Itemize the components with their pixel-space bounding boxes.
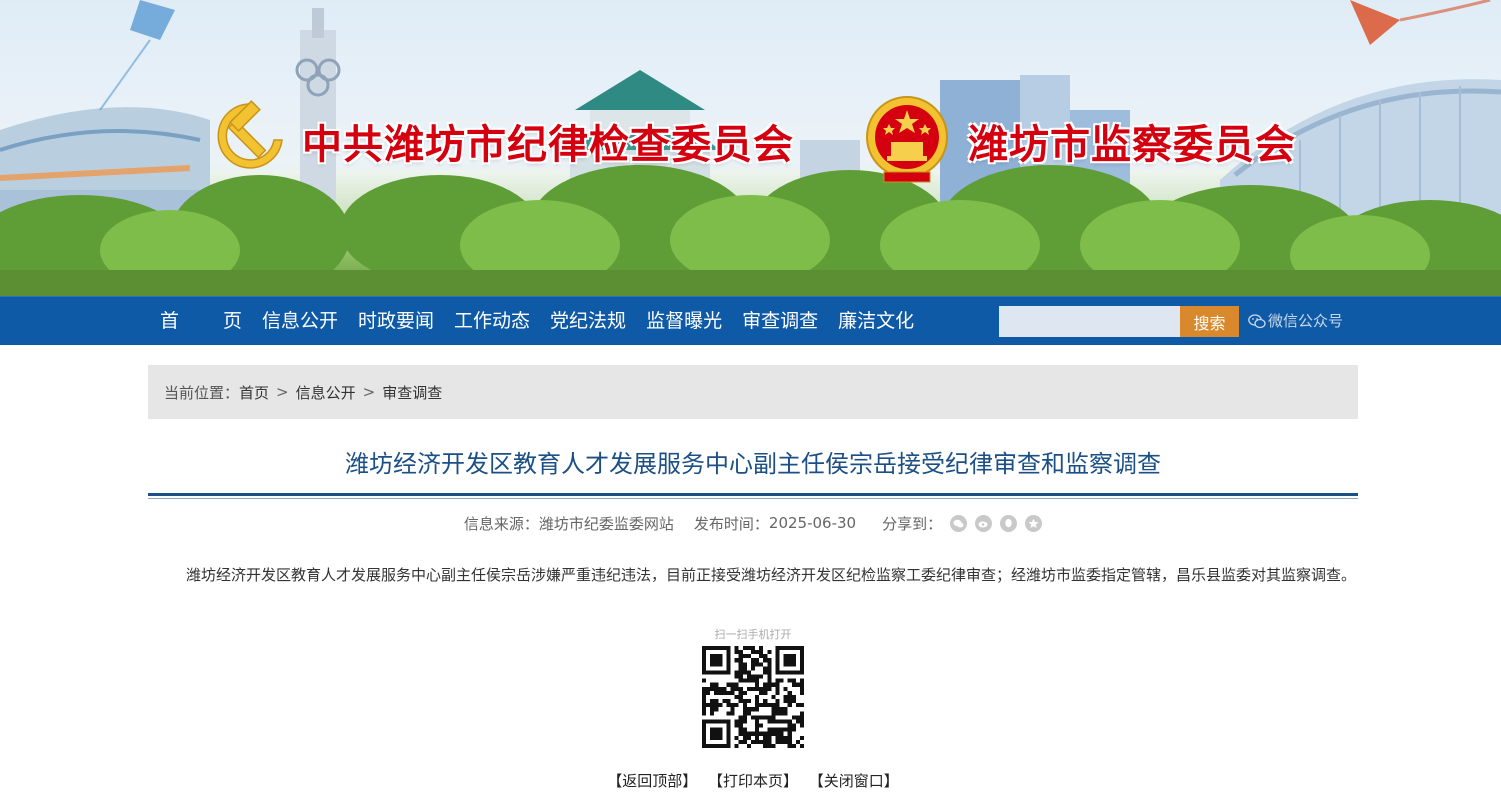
nav-list: 首 页 信息公开 时政要闻 工作动态 党纪法规 监督曝光 审查调查 廉洁文化 — [148, 297, 928, 346]
nav-item-integrity-culture[interactable]: 廉洁文化 — [832, 297, 920, 346]
wechat-label: 微信公众号 — [1268, 312, 1344, 330]
qr-code — [702, 646, 804, 748]
breadcrumb-home-link[interactable]: 首页 — [239, 382, 269, 403]
nav-item-party-regulations[interactable]: 党纪法规 — [544, 297, 632, 346]
source-label: 信息来源： — [463, 514, 539, 533]
breadcrumb-review-investigation-link[interactable]: 审查调查 — [382, 382, 442, 403]
breadcrumb: 当前位置： 首页 > 信息公开 > 审查调查 — [148, 365, 1358, 419]
back-to-top-link[interactable]: 【返回顶部】 — [607, 772, 697, 790]
wechat-official-account-link[interactable]: 微信公众号 — [1248, 297, 1343, 346]
nav-item-home[interactable]: 首 页 — [148, 297, 248, 346]
nav-item-current-affairs[interactable]: 时政要闻 — [352, 297, 440, 346]
article-body: 潍坊经济开发区教育人才发展服务中心副主任侯宗岳涉嫌严重违纪违法，目前正接受潍坊经… — [186, 566, 1357, 584]
breadcrumb-separator: > — [362, 383, 376, 401]
breadcrumb-prefix: 当前位置： — [164, 383, 240, 402]
nav-item-supervision-exposure[interactable]: 监督曝光 — [640, 297, 728, 346]
search-input[interactable] — [999, 306, 1180, 337]
breadcrumb-info-disclosure-link[interactable]: 信息公开 — [296, 382, 356, 403]
nav-item-work-news[interactable]: 工作动态 — [448, 297, 536, 346]
share-label: 分享到： — [882, 514, 943, 533]
nav-home-right: 页 — [222, 310, 242, 332]
title-divider — [148, 493, 1358, 496]
nav-item-info-disclosure[interactable]: 信息公开 — [256, 297, 344, 346]
qzone-share-icon[interactable] — [1025, 514, 1043, 532]
nav-home-left: 首 — [160, 310, 180, 332]
qq-share-icon[interactable] — [1000, 514, 1018, 532]
weibo-share-icon[interactable] — [975, 514, 993, 532]
qr-caption: 扫一扫手机打开 — [714, 628, 792, 641]
date-label: 发布时间： — [693, 514, 769, 533]
source-value: 潍坊市纪委监委网站 — [538, 514, 674, 533]
breadcrumb-separator: > — [276, 383, 289, 401]
print-page-link[interactable]: 【打印本页】 — [708, 772, 798, 790]
article-title: 潍坊经济开发区教育人才发展服务中心副主任侯宗岳接受纪律审查和监察调查 — [345, 450, 1161, 478]
main-nav: 首 页 信息公开 时政要闻 工作动态 党纪法规 监督曝光 审查调查 廉洁文化 搜… — [0, 296, 1501, 345]
nav-item-review-investigation[interactable]: 审查调查 — [736, 297, 824, 346]
article-meta: 信息来源： 潍坊市纪委监委网站 发布时间： 2025-06-30 分享到： — [148, 512, 1358, 534]
wechat-share-icon[interactable] — [950, 514, 968, 532]
supervision-title: 潍坊市监察委员会 — [968, 122, 1296, 168]
header-banner: 中共潍坊市纪律检查委员会 潍坊市监察委员会 — [0, 0, 1501, 296]
footer-links: 【返回顶部】 【打印本页】 【关闭窗口】 — [148, 770, 1358, 791]
search-button[interactable]: 搜索 — [1180, 306, 1239, 337]
hammer-sickle-emblem — [217, 100, 283, 169]
publish-date: 2025-06-30 — [768, 514, 857, 532]
commission-title: 中共潍坊市纪律检查委员会 — [302, 122, 794, 168]
national-emblem — [866, 96, 948, 183]
close-window-link[interactable]: 【关闭窗口】 — [809, 772, 899, 790]
title-divider-thin — [148, 498, 1358, 499]
wechat-icon — [1248, 314, 1266, 329]
